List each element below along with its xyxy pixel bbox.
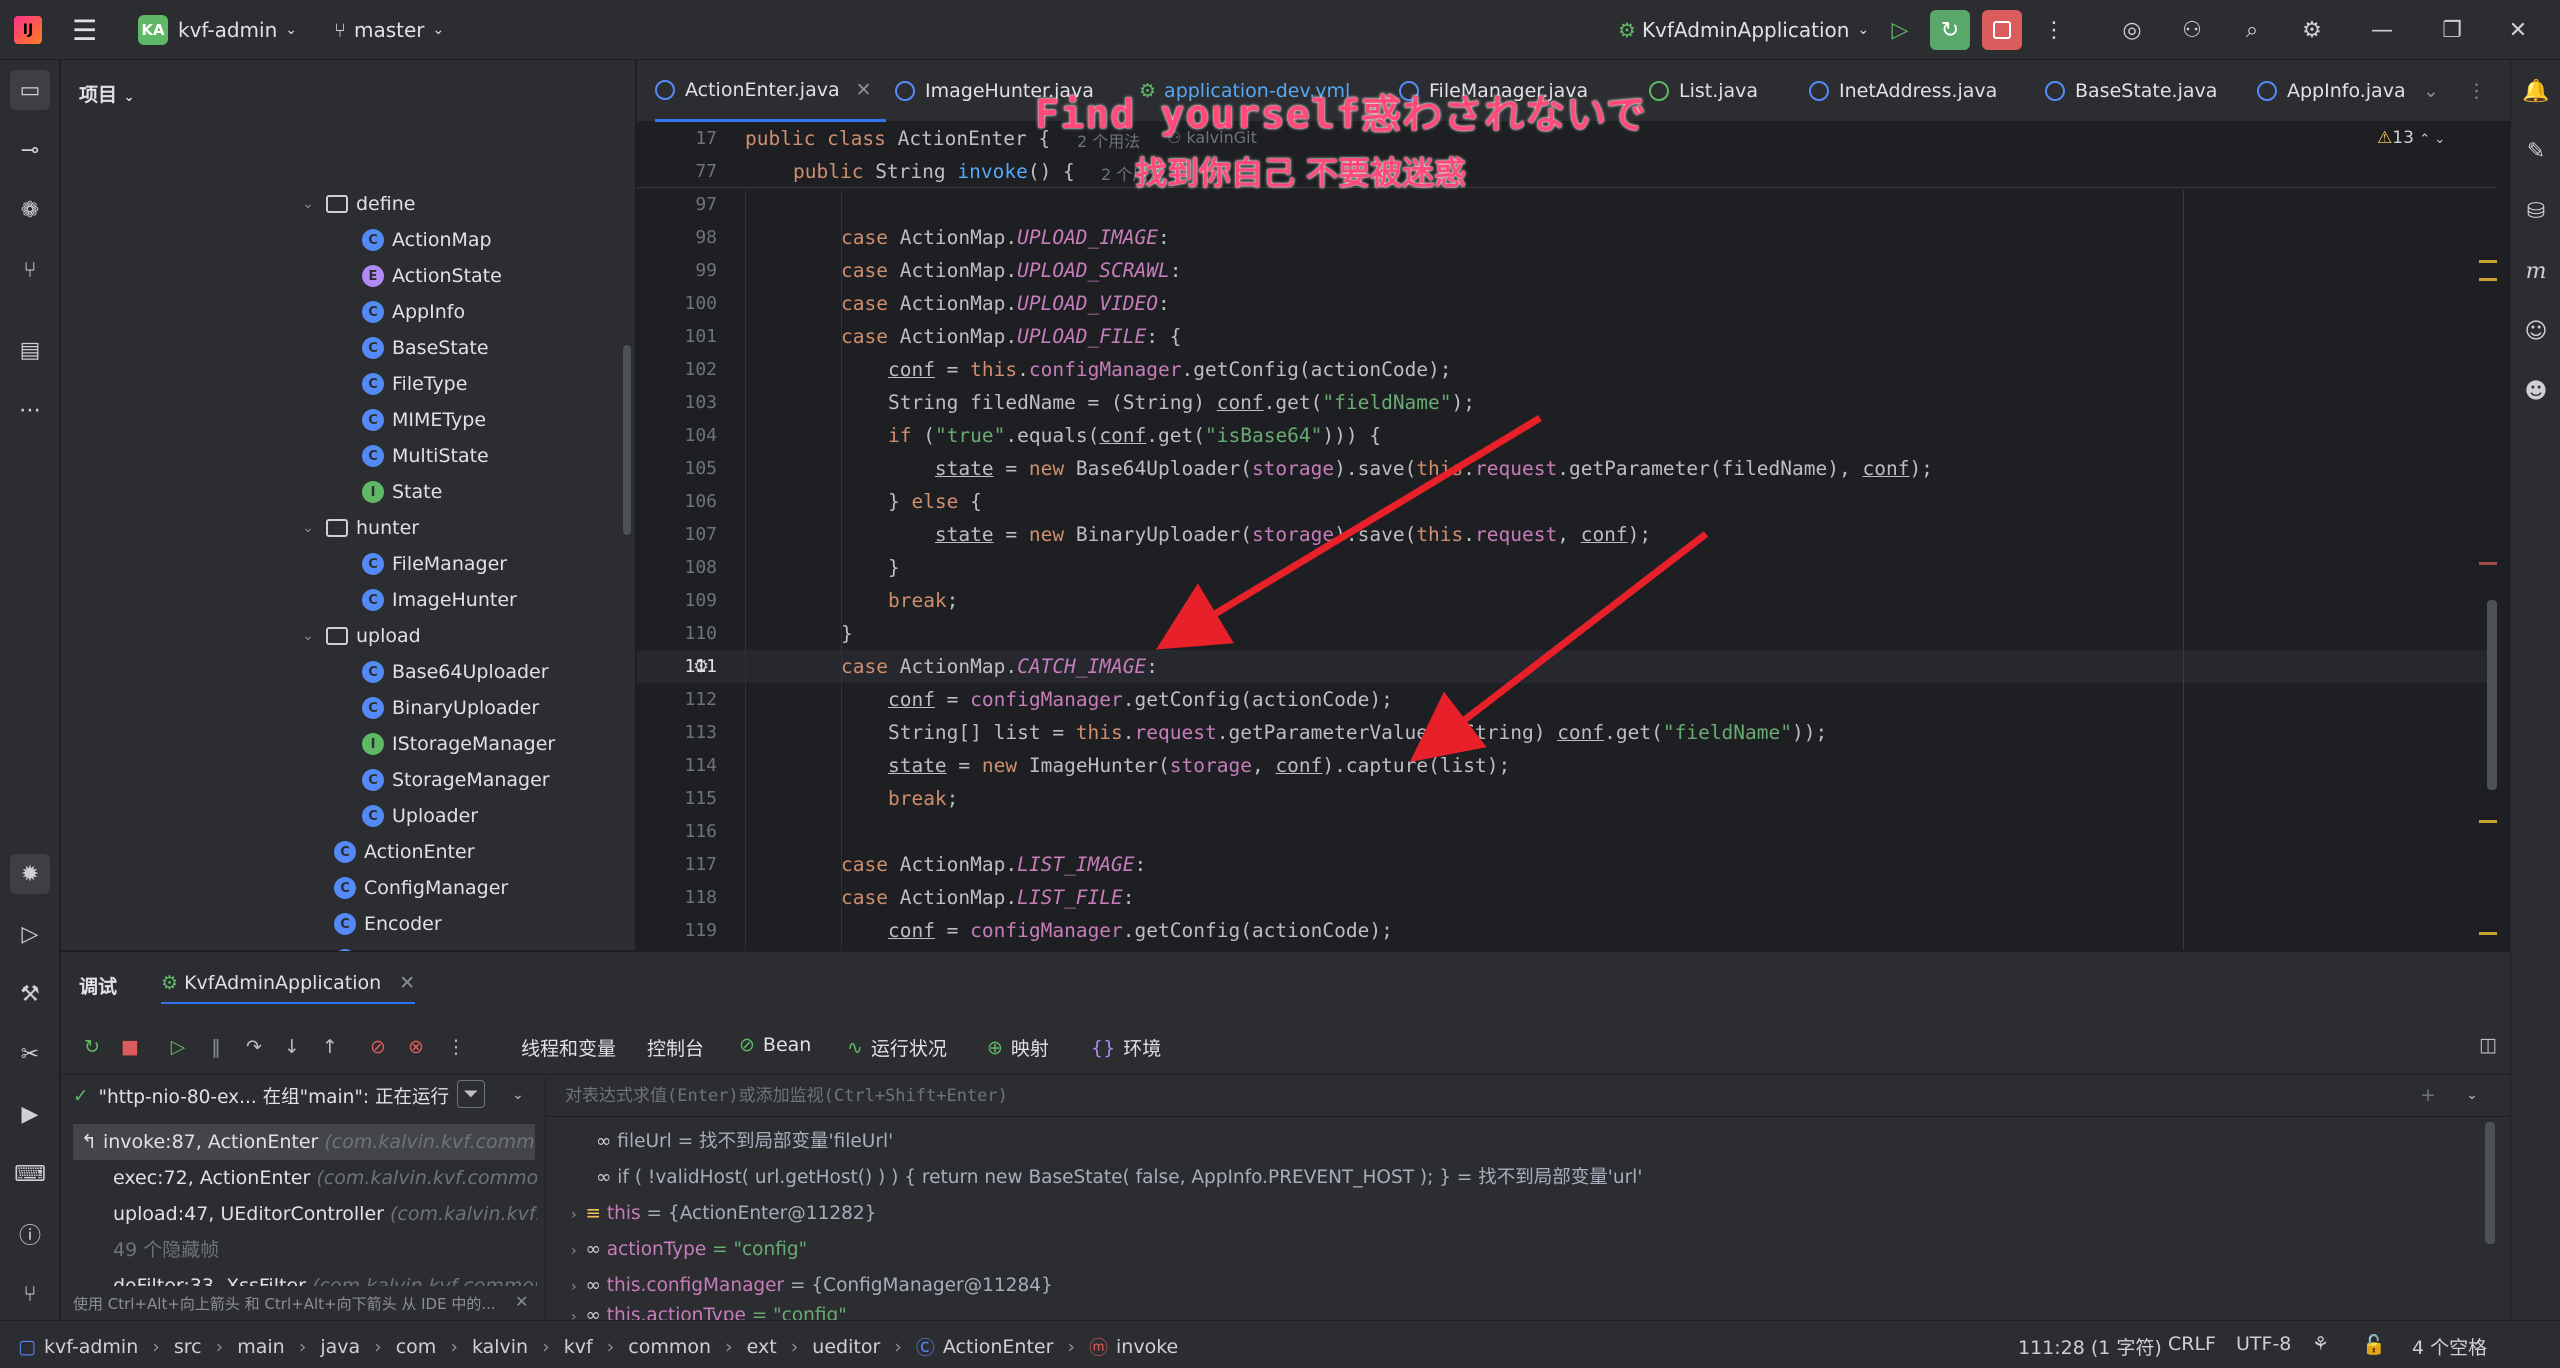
breadcrumb-item[interactable]: ActionEnter [943, 1336, 1054, 1358]
debug-session-tab[interactable]: ⚙ KvfAdminApplication ✕ [161, 972, 416, 1004]
breadcrumb-separator-icon: › [1067, 1335, 1076, 1358]
breadcrumb-separator-icon: › [450, 1335, 458, 1358]
breadcrumb-item[interactable]: main [237, 1336, 284, 1358]
close-tab-icon[interactable]: ✕ [399, 972, 415, 994]
stack-frame[interactable]: ↰ invoke:87, ActionEnter (com.kalvin.kvf… [73, 1124, 535, 1160]
breadcrumb-separator-icon: › [215, 1335, 224, 1358]
breadcrumb-separator-icon: › [606, 1335, 615, 1358]
variable-row[interactable]: ∞ fileUrl = 找不到局部变量'fileUrl' [596, 1124, 893, 1160]
close-hint-icon[interactable]: ✕ [515, 1292, 528, 1311]
rerun-icon[interactable]: ↻ [77, 1032, 107, 1062]
check-icon: ✓ [73, 1085, 89, 1107]
breadcrumb-item[interactable]: java [320, 1336, 360, 1358]
bean-icon: ⊘ [739, 1034, 755, 1056]
more-icon[interactable]: ⋮ [441, 1032, 471, 1062]
class-icon: Ⓒ [915, 1337, 935, 1359]
stack-frame[interactable]: exec:72, ActionEnter (com.kalvin.kvf.com… [113, 1160, 537, 1196]
stack-frame[interactable]: upload:47, UEditorController (com.kalvin… [113, 1196, 537, 1232]
resume-icon[interactable]: ▷ [163, 1032, 193, 1062]
subtab-health[interactable]: ∿ 运行状况 [847, 1034, 947, 1061]
readonly-lock-icon[interactable]: 🔓 [2362, 1333, 2386, 1356]
breadcrumb-separator-icon: › [374, 1335, 382, 1358]
breadcrumb-separator-icon: › [894, 1335, 902, 1358]
add-watch-icon[interactable]: + [2413, 1080, 2443, 1110]
breadcrumb-item[interactable]: ueditor [812, 1336, 880, 1358]
layout-icon[interactable]: ◫ [2473, 1030, 2503, 1060]
env-icon: {} [1091, 1036, 1116, 1059]
module-icon: ▢ [18, 1335, 36, 1358]
variables-scrollbar[interactable] [2485, 1122, 2495, 1244]
step-out-icon[interactable]: ↑ [315, 1032, 345, 1062]
breadcrumb: ▢ kvf-admin › src › main › java › com › kalvin › kvf ›… [18, 1333, 1178, 1360]
breadcrumb-item[interactable]: src [174, 1336, 202, 1358]
status-bar: ▢ kvf-admin › src › main › java › com › kalvin › kvf ›… [0, 1320, 2560, 1368]
breadcrumb-separator-icon: › [152, 1335, 160, 1358]
variable-row[interactable]: › ≡ this = {ActionEnter@11282} [571, 1196, 876, 1232]
line-separator[interactable]: CRLF [2168, 1333, 2216, 1355]
breakpoints-icon[interactable]: ⊘ [363, 1032, 393, 1062]
breadcrumb-item[interactable]: kvf-admin [44, 1336, 138, 1358]
breadcrumb-item[interactable]: com [396, 1336, 437, 1358]
mute-breakpoints-icon[interactable]: ⊗ [401, 1032, 431, 1062]
subtab-environment[interactable]: {} 环境 [1091, 1034, 1161, 1061]
filter-icon[interactable]: ⏷ [457, 1080, 485, 1108]
caret-position[interactable]: 111:28 (1 字符) [2018, 1333, 2162, 1360]
debug-panel: 调试 ⚙ KvfAdminApplication ✕ ↻ ■ ▷ ‖ ↷ ↓ ↑… [61, 951, 2510, 1321]
mapping-icon: ⊕ [987, 1036, 1003, 1059]
file-encoding[interactable]: UTF-8 [2236, 1333, 2291, 1355]
breadcrumb-separator-icon: › [725, 1335, 733, 1358]
breadcrumb-item[interactable]: invoke [1116, 1336, 1178, 1358]
hidden-frames[interactable]: 49 个隐藏帧 [113, 1232, 537, 1268]
subtab-mappings[interactable]: ⊕ 映射 [987, 1034, 1049, 1061]
git-status-icon[interactable]: ⚘ [2312, 1333, 2329, 1355]
variable-row[interactable]: ∞ if ( !validHost( url.getHost() ) ) { r… [596, 1160, 1642, 1196]
stack-frame[interactable]: doFilter:33, XssFilter (com.kalvin.kvf.c… [113, 1268, 537, 1286]
step-into-icon[interactable]: ↓ [277, 1032, 307, 1062]
red-arrow-2 [1409, 531, 1709, 763]
breadcrumb-separator-icon: › [542, 1335, 550, 1358]
health-icon: ∿ [847, 1036, 863, 1059]
breadcrumb-item[interactable]: kvf [564, 1336, 593, 1358]
subtab-threads-variables[interactable]: 线程和变量 [521, 1034, 616, 1061]
subtab-console[interactable]: 控制台 [647, 1034, 704, 1061]
breadcrumb-separator-icon: › [790, 1335, 799, 1358]
variable-row[interactable]: › ∞ this.actionType = "config" [571, 1298, 847, 1320]
evaluate-input[interactable]: 对表达式求值(Enter)或添加监视(Ctrl+Shift+Enter) [565, 1078, 2465, 1114]
step-over-icon[interactable]: ↷ [239, 1032, 269, 1062]
method-icon: ⓜ [1089, 1337, 1109, 1359]
variable-row[interactable]: › ∞ actionType = "config" [571, 1232, 807, 1268]
spring-icon: ⚙ [161, 972, 179, 994]
indent-setting[interactable]: 4 个空格 [2412, 1333, 2487, 1360]
subtab-bean[interactable]: ⊘ Bean [739, 1034, 811, 1056]
red-arrow-1 [1156, 415, 1542, 650]
chevron-down-icon[interactable]: ⌄ [2457, 1080, 2487, 1110]
breadcrumb-item[interactable]: kalvin [472, 1336, 528, 1358]
frames-hint: 使用 Ctrl+Alt+向上箭头 和 Ctrl+Alt+向下箭头 从 IDE 中… [73, 1290, 535, 1318]
pause-icon[interactable]: ‖ [201, 1032, 231, 1062]
breadcrumb-item[interactable]: common [628, 1336, 711, 1358]
chevron-down-icon[interactable]: ⌄ [503, 1080, 533, 1110]
breadcrumb-separator-icon: › [298, 1335, 307, 1358]
stop-icon[interactable]: ■ [115, 1032, 145, 1062]
debug-tab[interactable]: 调试 [79, 972, 117, 999]
breadcrumb-item[interactable]: ext [747, 1336, 777, 1358]
